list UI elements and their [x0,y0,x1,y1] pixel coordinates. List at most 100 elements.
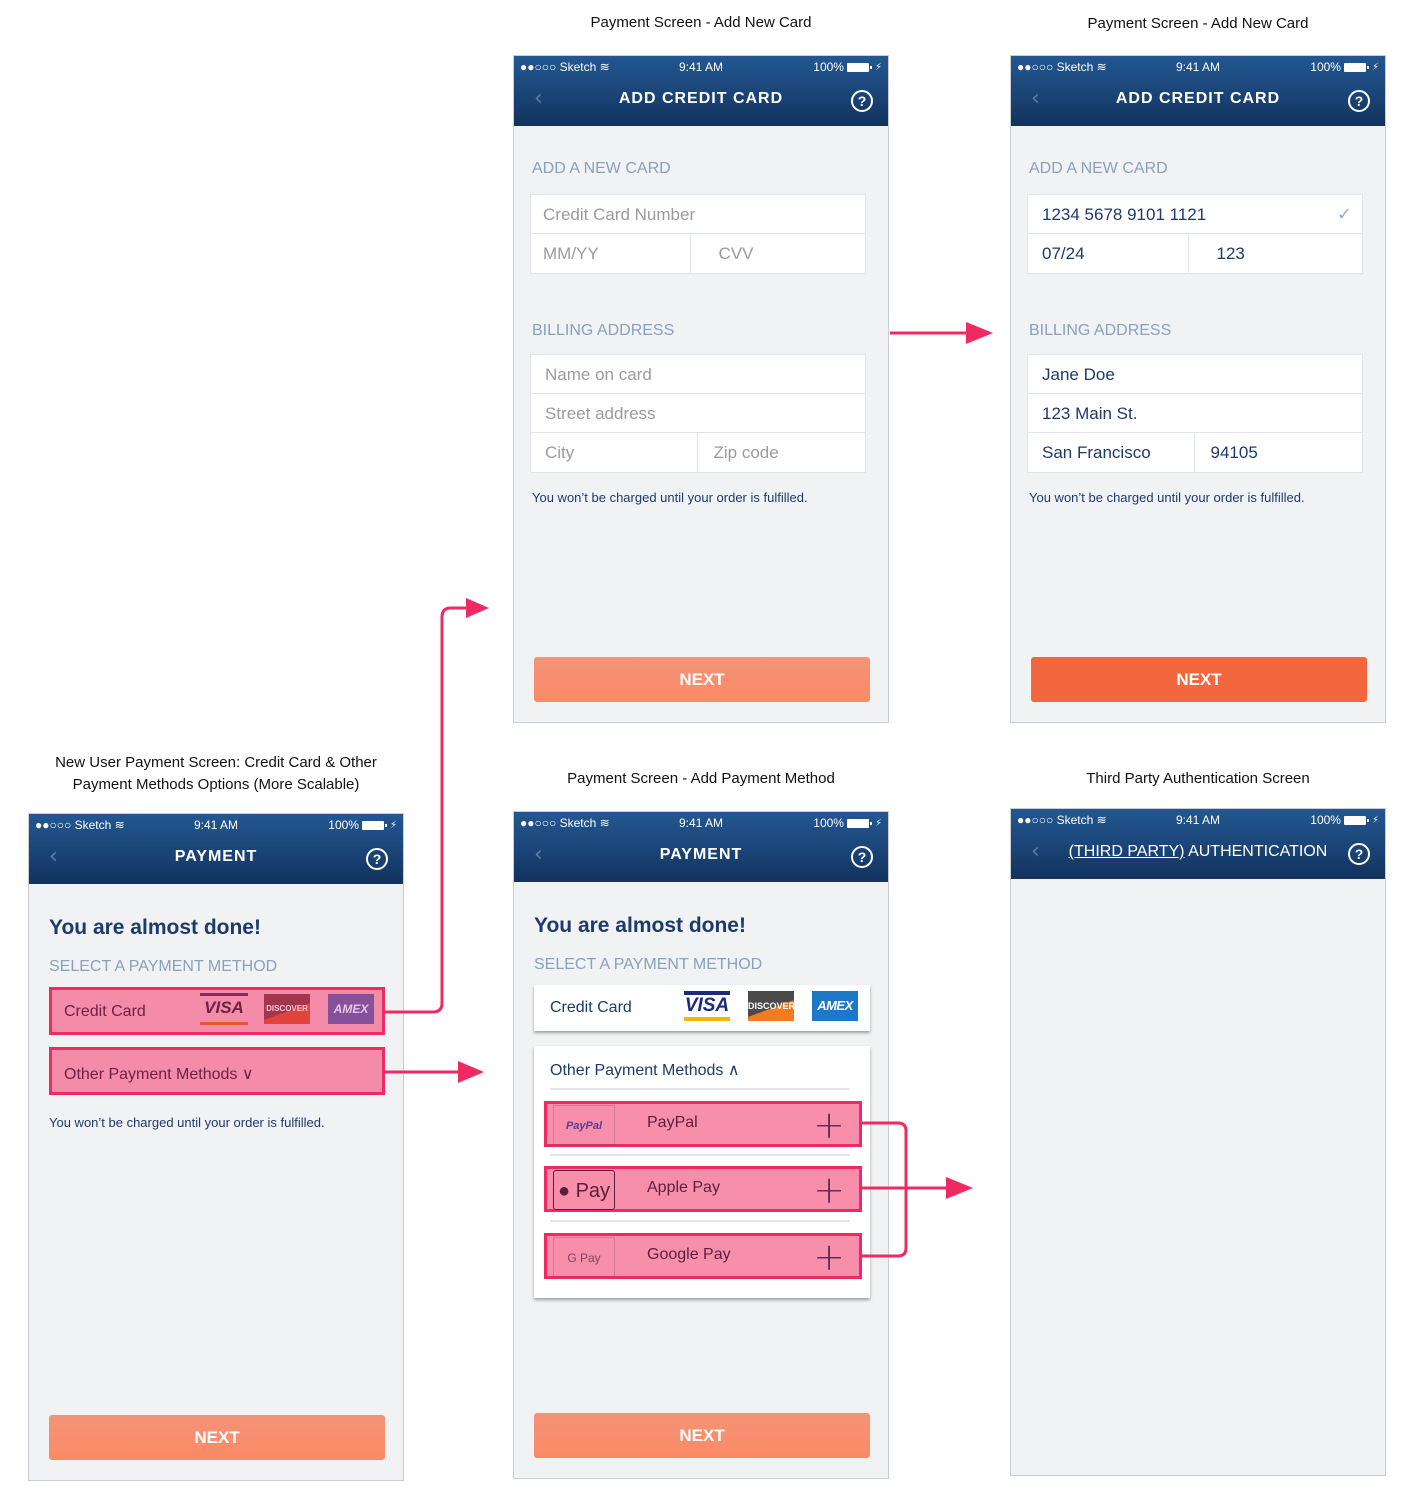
charge-note: You won’t be charged until your order is… [532,490,808,505]
method-name: Google Pay [647,1246,731,1263]
other-payment-methods-toggle[interactable]: Other Payment Methods ∧ [550,1060,740,1080]
battery-status: 100% ⚡ [813,60,882,74]
screen-add-card-empty: ●●○○○ Sketch ≋ 9:41 AM 100% ⚡ ‹ ADD CREDI… [513,55,889,723]
help-icon[interactable]: ? [366,848,388,870]
credit-card-label: Credit Card [64,1003,146,1020]
help-icon[interactable]: ? [1348,90,1370,112]
charge-note: You won’t be charged until your order is… [1029,490,1305,505]
charging-icon: ⚡ [1371,814,1379,826]
screen-payment-collapsed: ●●○○○ Sketch ≋ 9:41 AM 100% ⚡ ‹ PAYMENT ?… [28,813,404,1481]
chevron-down-icon: ∨ [241,1066,254,1083]
divider [550,1220,850,1222]
section-select-payment: SELECT A PAYMENT METHOD [534,956,763,973]
card-form: 1234 5678 9101 1121 ✓ 07/24 123 [1027,194,1363,274]
page-title: PAYMENT [174,848,258,865]
divider [550,1088,850,1090]
card-form: Credit Card Number MM/YY CVV [530,194,866,274]
status-bar: ●●○○○ Sketch ≋ 9:41 AM 100% ⚡ [1011,813,1385,829]
battery-icon [846,62,872,72]
paypal-logo-icon: PayPal [553,1105,615,1145]
section-billing-address: BILLING ADDRESS [1029,322,1172,339]
cvv-input[interactable]: CVV [689,234,866,273]
battery-icon [846,818,872,828]
battery-icon [1343,62,1369,72]
zip-code-input[interactable]: 94105 [1193,433,1363,472]
third-party-link[interactable]: (THIRD PARTY) [1069,843,1185,860]
billing-form: Name on card Street address City Zip cod… [530,354,866,473]
apple-icon: ● [557,1180,571,1202]
payment-method-paypal[interactable]: PayPal PayPal + [544,1101,862,1147]
card-number-input[interactable]: Credit Card Number [531,195,865,233]
battery-status: 100% ⚡ [1310,813,1379,827]
add-icon[interactable]: + [813,1171,845,1209]
expiry-input[interactable]: 07/24 [1028,234,1188,273]
hero-heading: You are almost done! [534,914,746,937]
nav-header: ●●○○○ Sketch ≋ 9:41 AM 100% ⚡ ‹ PAYMENT ? [29,814,403,884]
other-payment-methods-toggle[interactable]: Other Payment Methods ∨ [49,1047,385,1095]
name-on-card-input[interactable]: Name on card [531,355,865,393]
next-button[interactable]: NEXT [1031,657,1367,702]
billing-form: Jane Doe 123 Main St. San Francisco 9410… [1027,354,1363,473]
charging-icon: ⚡ [389,819,397,831]
city-input[interactable]: San Francisco [1028,433,1194,472]
help-icon[interactable]: ? [1348,843,1370,865]
status-bar: ●●○○○ Sketch ≋ 9:41 AM 100% ⚡ [1011,60,1385,76]
add-icon[interactable]: + [813,1238,845,1276]
nav-header: ●●○○○ Sketch ≋ 9:41 AM 100% ⚡ ‹ PAYMENT ? [514,812,888,882]
charging-icon: ⚡ [874,817,882,829]
hero-heading: You are almost done! [49,916,261,939]
battery-status: 100% ⚡ [813,816,882,830]
page-title: PAYMENT [659,846,743,863]
charging-icon: ⚡ [874,61,882,73]
next-button[interactable]: NEXT [534,1413,870,1458]
nav-header: ●●○○○ Sketch ≋ 9:41 AM 100% ⚡ ‹ ADD CREDI… [514,56,888,126]
next-button[interactable]: NEXT [49,1415,385,1460]
screen-third-party-auth: ●●○○○ Sketch ≋ 9:41 AM 100% ⚡ ‹ (THIRD PA… [1010,808,1386,1476]
other-payment-methods-label: Other Payment Methods ∨ [64,1066,254,1083]
payment-method-apple-pay[interactable]: ● Pay Apple Pay + [544,1166,862,1212]
screen-add-card-filled: ●●○○○ Sketch ≋ 9:41 AM 100% ⚡ ‹ ADD CREDI… [1010,55,1386,723]
cvv-input[interactable]: 123 [1187,234,1363,273]
status-bar: ●●○○○ Sketch ≋ 9:41 AM 100% ⚡ [29,818,403,834]
arrowhead [458,1061,484,1083]
nav-header: ●●○○○ Sketch ≋ 9:41 AM 100% ⚡ ‹ ADD CREDI… [1011,56,1385,126]
help-icon[interactable]: ? [851,90,873,112]
status-bar: ●●○○○ Sketch ≋ 9:41 AM 100% ⚡ [514,60,888,76]
payment-method-google-pay[interactable]: G Pay Google Pay + [544,1233,862,1279]
caption-payment-expanded: Payment Screen - Add Payment Method [567,770,835,787]
google-pay-logo-icon: G Pay [553,1237,615,1277]
battery-status: 100% ⚡ [1310,60,1379,74]
name-on-card-input[interactable]: Jane Doe [1028,355,1362,393]
page-title: ADD CREDIT CARD [1115,90,1281,107]
street-address-input[interactable]: 123 Main St. [1028,394,1362,432]
battery-status: 100% ⚡ [328,818,397,832]
card-number-input[interactable]: 1234 5678 9101 1121 ✓ [1028,195,1362,233]
caption-payment-collapsed: New User Payment Screen: Credit Card & O… [55,754,377,793]
other-payment-methods-panel: Other Payment Methods ∧ PayPal PayPal + … [534,1046,870,1298]
section-select-payment: SELECT A PAYMENT METHOD [49,958,278,975]
credit-card-option[interactable]: Credit Card VISA DISCOVER AMEX [534,985,870,1031]
help-icon[interactable]: ? [851,846,873,868]
section-add-new-card: ADD A NEW CARD [532,160,671,177]
apple-pay-logo-icon: ● Pay [553,1170,615,1210]
zip-code-input[interactable]: Zip code [696,433,866,472]
arrowhead [966,322,993,344]
street-address-input[interactable]: Street address [531,394,865,432]
discover-logo-icon: DISCOVER [748,991,795,1021]
caption-add-card-empty: Payment Screen - Add New Card [590,14,812,31]
next-button[interactable]: NEXT [534,657,870,702]
city-input[interactable]: City [531,433,697,472]
caption-third-party-auth: Third Party Authentication Screen [1086,770,1310,787]
arrowhead [466,598,489,618]
section-billing-address: BILLING ADDRESS [532,322,675,339]
add-icon[interactable]: + [813,1106,845,1144]
discover-logo-icon: DISCOVER [264,994,310,1024]
chevron-up-icon: ∧ [727,1062,740,1079]
credit-card-option[interactable]: Credit Card VISA DISCOVER AMEX [49,987,385,1035]
charge-note: You won’t be charged until your order is… [49,1115,325,1130]
expiry-input[interactable]: MM/YY [531,234,690,273]
visa-logo-icon: VISA [684,991,730,1021]
screen-payment-expanded: ●●○○○ Sketch ≋ 9:41 AM 100% ⚡ ‹ PAYMENT ?… [513,811,889,1479]
battery-icon [1343,815,1369,825]
page-title: (THIRD PARTY) AUTHENTICATION [1068,843,1328,860]
